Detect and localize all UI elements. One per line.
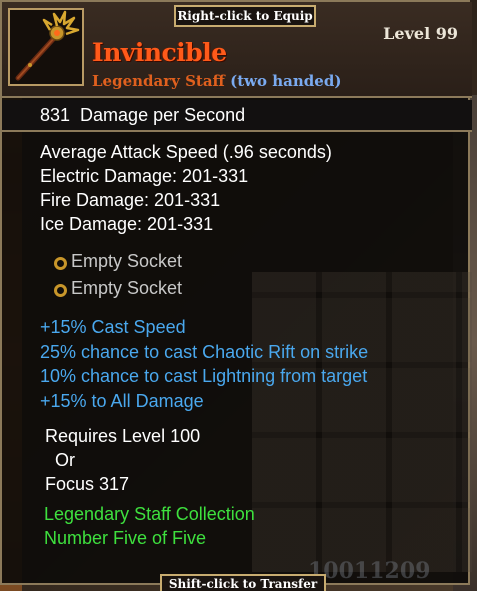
socket-ring-icon: [54, 284, 67, 297]
stat-line: Electric Damage: 201-331: [40, 166, 249, 186]
dps-bar: 831 Damage per Second: [2, 100, 472, 132]
stat-line: Average Attack Speed (.96 seconds): [40, 142, 332, 162]
inventory-grid-ghost: [252, 272, 472, 572]
item-type: Legendary Staff (two handed): [92, 72, 341, 90]
magic-property: 25% chance to cast Chaotic Rift on strik…: [40, 342, 369, 362]
item-hand-label: (two handed): [230, 72, 342, 90]
requirement-line: Or: [55, 450, 75, 470]
socket-ring-icon: [54, 257, 67, 270]
tooltip-header: Right-click to Equip Level 99 Invincible…: [2, 2, 472, 98]
dps-label: Damage per Second: [80, 105, 246, 125]
magic-property: +15% to All Damage: [40, 391, 204, 411]
gold-amount-ghost: 10011209: [308, 558, 431, 584]
item-tooltip: Right-click to Equip Level 99 Invincible…: [0, 0, 472, 585]
item-level: Level 99: [383, 24, 458, 43]
dps-value: 831: [40, 105, 71, 125]
socket-row: Empty Socket: [54, 278, 182, 299]
socket-label: Empty Socket: [71, 278, 183, 298]
item-name: Invincible: [92, 38, 227, 67]
equip-hint-label: Right-click to Equip: [174, 5, 316, 27]
requirement-line: Requires Level 100: [45, 426, 201, 446]
socket-row: Empty Socket: [54, 251, 182, 272]
stat-line: Fire Damage: 201-331: [40, 190, 221, 210]
staff-icon: [15, 10, 80, 81]
stat-line: Ice Damage: 201-331: [40, 214, 214, 234]
transfer-hint-label: Shift-click to Transfer: [160, 574, 326, 591]
item-type-label: Legendary Staff: [92, 72, 225, 90]
item-icon-frame: [8, 8, 84, 86]
socket-label: Empty Socket: [71, 251, 183, 271]
requirement-line: Focus 317: [45, 474, 130, 494]
magic-property: 10% chance to cast Lightning from target: [40, 366, 368, 386]
collection-line: Legendary Staff Collection: [44, 504, 255, 524]
magic-property: +15% Cast Speed: [40, 317, 186, 337]
collection-line: Number Five of Five: [44, 528, 207, 548]
